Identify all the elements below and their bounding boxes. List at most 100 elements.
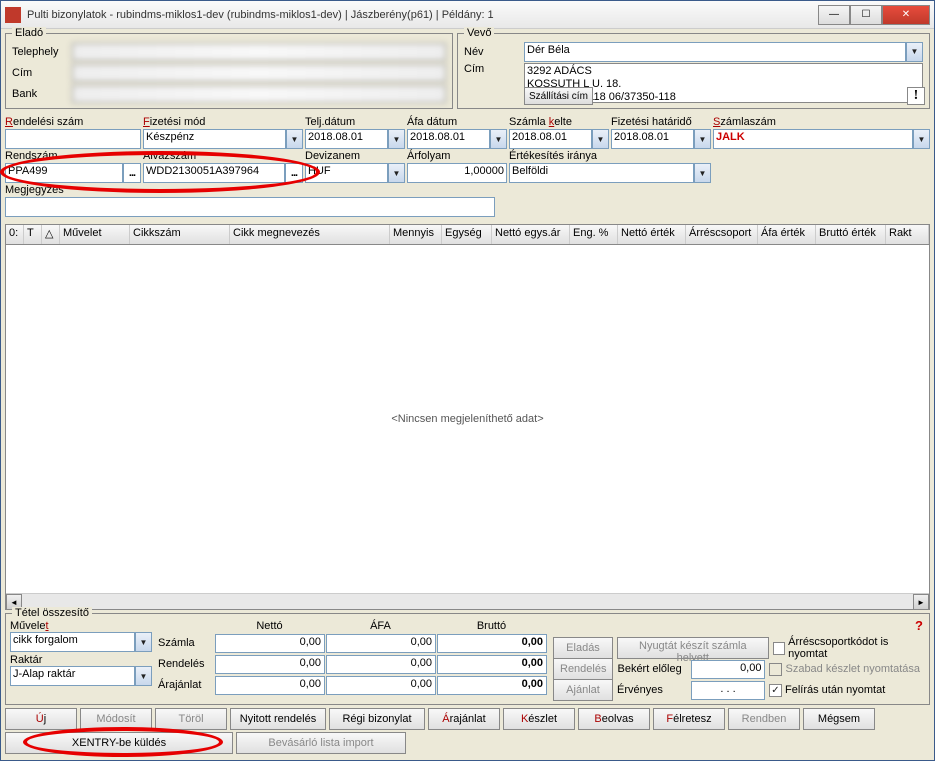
plate-lookup-button[interactable]: ... [123, 163, 141, 183]
buyer-name-dropdown[interactable]: ▼ [906, 42, 923, 62]
help-icon[interactable]: ? [915, 618, 923, 633]
read-button[interactable]: Beolvas [578, 708, 650, 730]
invdate-input[interactable]: 2018.08.01 [509, 129, 592, 149]
ajanlat-gross: 0,00 [437, 676, 547, 695]
col-t[interactable]: T [24, 225, 42, 244]
op-input[interactable]: cikk forgalom [10, 632, 135, 652]
titlebar[interactable]: Pulti bizonylatok - rubindms-miklos1-dev… [1, 1, 934, 29]
delete-button[interactable]: Töröl [155, 708, 227, 730]
valid-label: Érvényes [617, 684, 687, 696]
op-label: Művelet [10, 620, 49, 632]
invno-label: Számlaszám [713, 116, 930, 128]
plate-label: Rendszám [5, 150, 141, 162]
col-brutto[interactable]: Bruttó érték [816, 225, 886, 244]
vin-lookup-button[interactable]: ... [285, 163, 303, 183]
quote-btn[interactable]: Árajánlat [428, 708, 500, 730]
ajanlat-net: 0,00 [215, 676, 325, 695]
wh-label: Raktár [10, 654, 42, 666]
op-dropdown[interactable]: ▼ [135, 632, 152, 652]
old-doc-button[interactable]: Régi bizonylat [329, 708, 425, 730]
new-button[interactable]: Új [5, 708, 77, 730]
note-input[interactable] [5, 197, 495, 217]
ok-button[interactable]: Rendben [728, 708, 800, 730]
orderno-input[interactable] [5, 129, 141, 149]
open-order-button[interactable]: Nyitott rendelés [230, 708, 326, 730]
cb-keszlet [769, 663, 782, 676]
col-cikkszam[interactable]: Cikkszám [130, 225, 230, 244]
rate-input[interactable]: 1,00000 [407, 163, 507, 183]
cb-feliras[interactable]: ✓ [769, 684, 782, 697]
put-aside-button[interactable]: Félretesz [653, 708, 725, 730]
order-button[interactable]: Rendelés [553, 658, 613, 680]
items-grid: 0: T △ Művelet Cikkszám Cikk megnevezés … [5, 224, 930, 610]
maximize-button[interactable]: ☐ [850, 5, 882, 25]
pay-input[interactable]: Készpénz [143, 129, 286, 149]
col-0[interactable]: 0: [6, 225, 24, 244]
buyer-name-input[interactable]: Dér Béla [524, 42, 906, 62]
col-afaertek[interactable]: Áfa érték [758, 225, 816, 244]
col-rakt[interactable]: Rakt [886, 225, 929, 244]
cb-arres[interactable] [773, 642, 786, 655]
invno-dropdown[interactable]: ▼ [913, 129, 930, 149]
vatdate-input[interactable]: 2018.08.01 [407, 129, 490, 149]
totals-title: Tétel összesítő [12, 607, 92, 619]
close-button[interactable]: ✕ [882, 5, 930, 25]
scroll-right-button[interactable]: ► [913, 594, 929, 610]
curr-dropdown[interactable]: ▼ [388, 163, 405, 183]
col-arres[interactable]: Árréscsoport [686, 225, 758, 244]
scroll-track[interactable] [22, 594, 913, 609]
valid-value: . . . [691, 681, 765, 700]
col-muvelet[interactable]: Művelet [60, 225, 130, 244]
dir-dropdown[interactable]: ▼ [694, 163, 711, 183]
szamla-net: 0,00 [215, 634, 325, 653]
shoplist-button[interactable]: Bevásárló lista import [236, 732, 406, 754]
row-szamla-label: Számla [158, 637, 214, 649]
dir-input[interactable]: Belföldi [509, 163, 694, 183]
sale-button[interactable]: Eladás [553, 637, 613, 659]
col-eng[interactable]: Eng. % [570, 225, 618, 244]
due-dropdown[interactable]: ▼ [694, 129, 711, 149]
receipt-button[interactable]: Nyugtát készít számla helyett [617, 637, 769, 659]
grid-empty-text: <Nincsen megjeleníthető adat> [391, 413, 543, 425]
vatdate-dropdown[interactable]: ▼ [490, 129, 507, 149]
bank-label: Bank [12, 88, 72, 100]
due-input[interactable]: 2018.08.01 [611, 129, 694, 149]
bank-value [72, 85, 446, 103]
invdate-dropdown[interactable]: ▼ [592, 129, 609, 149]
perf-dropdown[interactable]: ▼ [388, 129, 405, 149]
col-arrow[interactable]: △ [42, 225, 60, 244]
buyer-name-label: Név [464, 46, 524, 58]
site-label: Telephely [12, 46, 72, 58]
vin-input[interactable]: WDD2130051A397964 [143, 163, 285, 183]
stock-button[interactable]: Készlet [503, 708, 575, 730]
wh-dropdown[interactable]: ▼ [135, 666, 152, 686]
perf-label: Telj.dátum [305, 116, 405, 128]
szamla-vat: 0,00 [326, 634, 436, 653]
modify-button[interactable]: Módosít [80, 708, 152, 730]
cancel-button[interactable]: Mégsem [803, 708, 875, 730]
col-nettoertek[interactable]: Nettó érték [618, 225, 686, 244]
wh-input[interactable]: J-Alap raktár [10, 666, 135, 686]
xentry-button[interactable]: XENTRY-be küldés [5, 732, 233, 754]
grid-header: 0: T △ Művelet Cikkszám Cikk megnevezés … [6, 225, 929, 245]
vatdate-label: Áfa dátum [407, 116, 507, 128]
col-egyseg[interactable]: Egység [442, 225, 492, 244]
due-label: Fizetési határidő [611, 116, 711, 128]
col-mennyis[interactable]: Mennyis [390, 225, 442, 244]
grid-scrollbar[interactable]: ◄ ► [6, 593, 929, 609]
col-nettoegys[interactable]: Nettó egys.ár [492, 225, 570, 244]
shipping-addr-button[interactable]: Szállítási cím [524, 87, 593, 105]
alert-icon[interactable]: ! [907, 87, 925, 105]
minimize-button[interactable]: — [818, 5, 850, 25]
rendeles-gross: 0,00 [437, 655, 547, 674]
plate-input[interactable]: PPA499 [5, 163, 123, 183]
totals-panel: Tétel összesítő ? Művelet cikk forgalom▼… [5, 613, 930, 705]
quote-button[interactable]: Ajánlat [553, 679, 613, 701]
pay-dropdown[interactable]: ▼ [286, 129, 303, 149]
perf-input[interactable]: 2018.08.01 [305, 129, 388, 149]
window-title: Pulti bizonylatok - rubindms-miklos1-dev… [27, 9, 818, 21]
invno-input[interactable]: JALK [713, 129, 913, 149]
col-megnev[interactable]: Cikk megnevezés [230, 225, 390, 244]
curr-input[interactable]: HUF [305, 163, 388, 183]
buyer-title: Vevő [464, 27, 494, 39]
